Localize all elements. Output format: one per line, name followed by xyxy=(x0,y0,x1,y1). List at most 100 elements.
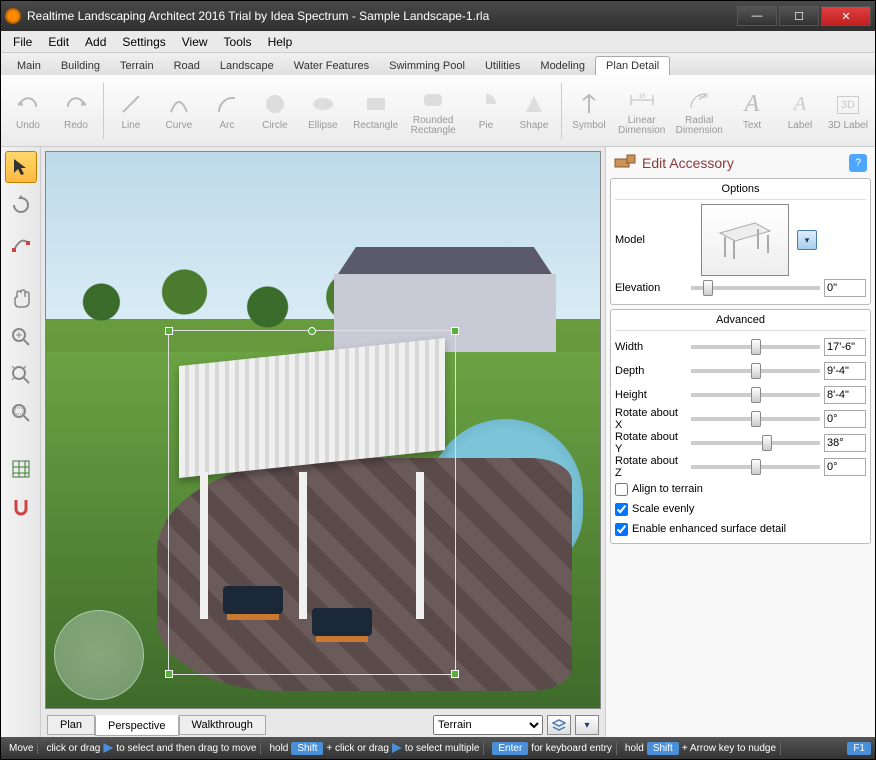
grid-tool[interactable] xyxy=(5,453,37,485)
width-input[interactable] xyxy=(824,338,866,356)
scale-checkbox-input[interactable] xyxy=(615,503,628,516)
depth-input[interactable] xyxy=(824,362,866,380)
depth-slider[interactable] xyxy=(691,369,820,373)
model-dropdown-button[interactable]: ▾ xyxy=(797,230,817,250)
menu-help[interactable]: Help xyxy=(260,33,301,51)
layer-select[interactable]: Terrain xyxy=(433,715,543,735)
menu-add[interactable]: Add xyxy=(77,33,114,51)
tab-pool[interactable]: Swimming Pool xyxy=(379,57,475,75)
maximize-button[interactable]: ☐ xyxy=(779,6,819,26)
tab-utilities[interactable]: Utilities xyxy=(475,57,530,75)
snap-tool[interactable] xyxy=(5,491,37,523)
layers-button[interactable] xyxy=(547,715,571,735)
roty-input[interactable] xyxy=(824,434,866,452)
align-checkbox-input[interactable] xyxy=(615,483,628,496)
rotate-handle[interactable] xyxy=(308,327,316,335)
help-button[interactable]: ? xyxy=(849,154,867,172)
enhanced-detail-checkbox[interactable]: Enable enhanced surface detail xyxy=(615,519,866,539)
menu-view[interactable]: View xyxy=(174,33,216,51)
menu-settings[interactable]: Settings xyxy=(114,33,173,51)
path-tool[interactable] xyxy=(5,227,37,259)
titlebar: Realtime Landscaping Architect 2016 Tria… xyxy=(1,1,875,31)
circle-button[interactable]: Circle xyxy=(252,79,298,143)
selection-handle[interactable] xyxy=(165,327,173,335)
radial-dimension-icon: R10 xyxy=(685,86,713,114)
view-tab-perspective[interactable]: Perspective xyxy=(95,715,178,736)
zoom-in-tool[interactable] xyxy=(5,321,37,353)
pie-icon xyxy=(472,90,500,118)
pan-tool[interactable] xyxy=(5,283,37,315)
text-button[interactable]: AText xyxy=(729,79,775,143)
rotx-input[interactable] xyxy=(824,410,866,428)
view-tab-plan[interactable]: Plan xyxy=(47,715,95,735)
arc-icon xyxy=(213,90,241,118)
elevation-input[interactable] xyxy=(824,279,866,297)
close-button[interactable]: ✕ xyxy=(821,6,871,26)
rectangle-button[interactable]: Rectangle xyxy=(348,79,404,143)
navigation-compass[interactable] xyxy=(54,610,144,700)
options-title: Options xyxy=(615,183,866,200)
tab-road[interactable]: Road xyxy=(164,57,210,75)
roty-slider[interactable] xyxy=(691,441,820,445)
tab-modeling[interactable]: Modeling xyxy=(530,57,595,75)
symbol-button[interactable]: Symbol xyxy=(566,79,612,143)
select-tool[interactable] xyxy=(5,151,37,183)
tab-water[interactable]: Water Features xyxy=(284,57,379,75)
3d-viewport[interactable] xyxy=(45,151,601,709)
selection-handle[interactable] xyxy=(451,670,459,678)
minimize-button[interactable]: — xyxy=(737,6,777,26)
3d-label-icon: 3D xyxy=(834,91,862,119)
left-toolbar xyxy=(1,147,41,737)
tab-main[interactable]: Main xyxy=(7,57,51,75)
layers-dropdown-button[interactable]: ▾ xyxy=(575,715,599,735)
selection-handle[interactable] xyxy=(451,327,459,335)
scale-evenly-checkbox[interactable]: Scale evenly xyxy=(615,499,866,519)
height-slider[interactable] xyxy=(691,393,820,397)
redo-icon xyxy=(62,90,90,118)
app-icon xyxy=(5,8,21,24)
rotx-slider[interactable] xyxy=(691,417,820,421)
curve-button[interactable]: Curve xyxy=(156,79,202,143)
zoom-region-tool[interactable] xyxy=(5,397,37,429)
menu-file[interactable]: File xyxy=(5,33,40,51)
line-button[interactable]: Line xyxy=(108,79,154,143)
undo-button[interactable]: Undo xyxy=(5,79,51,143)
tab-terrain[interactable]: Terrain xyxy=(110,57,164,75)
menu-edit[interactable]: Edit xyxy=(40,33,77,51)
label-button[interactable]: ALabel xyxy=(777,79,823,143)
selection-box[interactable] xyxy=(168,330,456,675)
model-preview[interactable] xyxy=(701,204,789,276)
selection-handle[interactable] xyxy=(165,670,173,678)
ellipse-button[interactable]: Ellipse xyxy=(300,79,346,143)
tab-plan-detail[interactable]: Plan Detail xyxy=(595,56,670,75)
view-tab-walkthrough[interactable]: Walkthrough xyxy=(179,715,266,735)
f1-key-badge[interactable]: F1 xyxy=(847,742,871,755)
shift-key-badge: Shift xyxy=(291,742,323,755)
3d-label-button[interactable]: 3D3D Label xyxy=(825,79,871,143)
pie-button[interactable]: Pie xyxy=(463,79,509,143)
redo-button[interactable]: Redo xyxy=(53,79,99,143)
height-input[interactable] xyxy=(824,386,866,404)
enter-key-badge: Enter xyxy=(492,742,528,755)
cursor-icon xyxy=(392,743,402,753)
zoom-fit-tool[interactable] xyxy=(5,359,37,391)
rotate-tool[interactable] xyxy=(5,189,37,221)
model-label: Model xyxy=(615,234,693,246)
elevation-slider[interactable] xyxy=(691,286,820,290)
width-slider[interactable] xyxy=(691,345,820,349)
detail-checkbox-input[interactable] xyxy=(615,523,628,536)
circle-icon xyxy=(261,90,289,118)
rotz-slider[interactable] xyxy=(691,465,820,469)
tab-building[interactable]: Building xyxy=(51,57,110,75)
status-hint-4: hold Shift + Arrow key to nudge xyxy=(621,742,781,755)
menu-tools[interactable]: Tools xyxy=(216,33,260,51)
shape-button[interactable]: Shape xyxy=(511,79,557,143)
accessory-icon xyxy=(614,153,636,172)
arc-button[interactable]: Arc xyxy=(204,79,250,143)
tab-landscape[interactable]: Landscape xyxy=(210,57,284,75)
align-terrain-checkbox[interactable]: Align to terrain xyxy=(615,479,866,499)
radial-dimension-button[interactable]: R10Radial Dimension xyxy=(671,79,727,143)
rotz-input[interactable] xyxy=(824,458,866,476)
linear-dimension-button[interactable]: 10Linear Dimension xyxy=(614,79,670,143)
rounded-rectangle-button[interactable]: Rounded Rectangle xyxy=(405,79,461,143)
